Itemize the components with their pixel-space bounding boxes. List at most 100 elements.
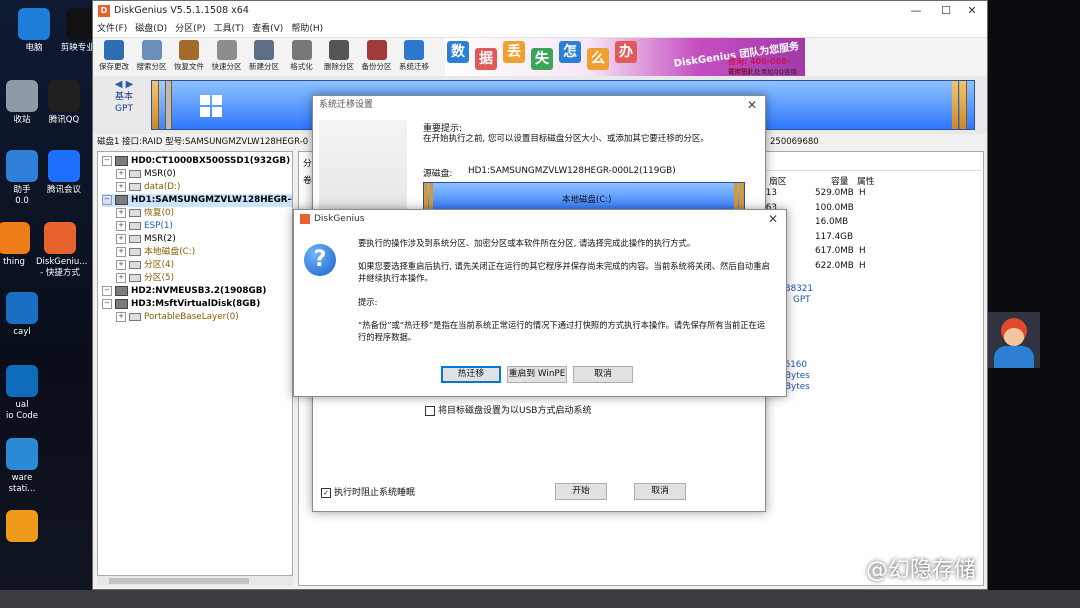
menu-item[interactable]: 磁盘(D) — [131, 21, 171, 37]
desktop-shortcut[interactable]: 腾讯会议 — [40, 150, 88, 196]
toolbar-button[interactable]: 快速分区 — [208, 39, 246, 72]
nav-arrows-icon[interactable]: ◀ ▶ — [99, 79, 149, 91]
toolbar-button[interactable]: 新建分区 — [245, 39, 283, 72]
toolbar-button[interactable]: 保存更改 — [95, 39, 133, 72]
tree-disk-node[interactable]: − HD3:MsftVirtualDisk(8GB) — [102, 298, 260, 311]
usb-option-label: 将目标磁盘设置为以USB方式启动系统 — [438, 406, 592, 416]
menu-item[interactable]: 文件(F) — [93, 21, 131, 37]
desktop-shortcut-label: ware stati... — [8, 473, 36, 494]
expand-icon[interactable]: + — [116, 233, 126, 244]
desktop-shortcut[interactable]: 腾讯QQ — [40, 80, 88, 126]
cancel-button[interactable]: 取消 — [634, 483, 686, 500]
tree-partition-node[interactable]: + PortableBaseLayer(0) — [116, 311, 239, 324]
folder-icon — [6, 510, 38, 542]
menu-item[interactable]: 工具(T) — [210, 21, 249, 37]
menu-item[interactable]: 分区(P) — [171, 21, 209, 37]
toolbar-button[interactable]: 恢复文件 — [170, 39, 208, 72]
prevent-sleep-checkbox[interactable]: ✓ 执行时阻止系统睡眠 — [321, 485, 415, 498]
desktop-shortcut[interactable]: ware stati... — [0, 438, 46, 495]
usb-checkbox-box[interactable] — [425, 405, 435, 416]
expand-icon[interactable]: − — [102, 194, 112, 205]
expand-icon[interactable]: + — [116, 311, 126, 322]
cell-attr: H — [859, 246, 866, 256]
confirm-line2: 如果您要选择重启后执行, 请先关闭正在运行的其它程序并保存尚未完成的内容。当前系… — [358, 261, 770, 283]
tree-partition-node[interactable]: + MSR(0) — [116, 168, 176, 181]
title-bar: D DiskGenius V5.5.1.1508 x64 — ☐ ✕ — [93, 1, 987, 21]
ad-banner[interactable]: 数据丢失怎么办 DiskGenius 团队为您服务 咨询: 400-008-99… — [445, 38, 805, 76]
menu-item[interactable]: 帮助(H) — [287, 21, 327, 37]
tree-scrollbar[interactable] — [97, 576, 293, 586]
menu-item[interactable]: 查看(V) — [248, 21, 287, 37]
toolbar-button[interactable]: 删除分区 — [320, 39, 358, 72]
partition-icon — [129, 169, 141, 178]
col-size[interactable]: 容量 — [831, 174, 849, 187]
cell-size: 622.0MB — [815, 260, 854, 271]
tree-disk-node[interactable]: − HD0:CT1000BX500SSD1(932GB) — [102, 155, 290, 168]
diskgenius-icon — [44, 222, 76, 254]
partition-icon — [129, 208, 141, 217]
tab-partial[interactable]: 分 — [303, 156, 312, 169]
cancel-button[interactable]: 取消 — [573, 366, 633, 383]
tree-partition-node[interactable]: + data(D:) — [116, 181, 180, 194]
expand-icon[interactable]: + — [116, 181, 126, 192]
toolbar-icon — [366, 40, 387, 60]
start-button[interactable]: 开始 — [555, 483, 607, 500]
toolbar-button[interactable]: 格式化 — [283, 39, 321, 72]
expand-icon[interactable]: + — [116, 168, 126, 179]
tree-disk-node[interactable]: − HD1:SAMSUNGMZVLW128HEGR-000L — [102, 194, 292, 207]
expand-icon[interactable]: + — [116, 246, 126, 257]
usb-boot-checkbox[interactable]: 将目标磁盘设置为以USB方式启动系统 — [425, 403, 591, 416]
banner-char: 失 — [531, 48, 553, 70]
tree-partition-node[interactable]: + 分区(4) — [116, 259, 174, 272]
desktop-shortcut[interactable]: ual io Code — [0, 365, 46, 422]
desktop-shortcut-label: 电脑 — [25, 43, 43, 53]
toolbar-icon — [141, 40, 162, 60]
source-disk-bar[interactable]: 本地磁盘(C:) — [423, 182, 745, 210]
close-icon[interactable]: ✕ — [764, 211, 782, 227]
tree-node-label: data(D:) — [144, 182, 181, 192]
partition-icon — [129, 221, 141, 230]
desktop-shortcut[interactable]: cayl — [0, 292, 46, 338]
tree-partition-node[interactable]: + MSR(2) — [116, 233, 176, 246]
expand-icon[interactable]: + — [116, 272, 126, 283]
tree-partition-node[interactable]: + ESP(1) — [116, 220, 173, 233]
hot-migrate-button[interactable]: 热迁移 — [441, 366, 501, 383]
toolbar-button[interactable]: 系统迁移 — [395, 39, 433, 72]
desktop-shortcut-label: DiskGeniu... - 快捷方式 — [36, 257, 88, 278]
banner-char: 丢 — [503, 41, 525, 63]
desktop-shortcut[interactable] — [0, 510, 46, 545]
col-sector[interactable]: 扇区 — [769, 174, 787, 187]
toolbar-label: 删除分区 — [324, 62, 354, 71]
expand-icon[interactable]: + — [116, 220, 126, 231]
confirm-line1: 要执行的操作涉及到系统分区、加密分区或本软件所在分区, 请选择完成此操作的执行方… — [358, 238, 696, 248]
tree-node-label: HD1:SAMSUNGMZVLW128HEGR-000L — [131, 195, 292, 205]
sleep-checkbox-box[interactable]: ✓ — [321, 487, 331, 498]
expand-icon[interactable]: − — [102, 298, 112, 309]
reboot-winpe-button[interactable]: 重启到 WinPE — [507, 366, 567, 383]
tree-partition-node[interactable]: + 恢复(0) — [116, 207, 174, 220]
expand-icon[interactable]: + — [116, 259, 126, 270]
close-icon[interactable]: ✕ — [743, 97, 761, 113]
expand-icon[interactable]: − — [102, 155, 112, 166]
question-icon: ? — [304, 244, 336, 276]
expand-icon[interactable]: + — [116, 207, 126, 218]
window-title: DiskGenius V5.5.1.1508 x64 — [114, 5, 249, 16]
toolbar-icon — [216, 40, 237, 60]
close-button[interactable]: ✕ — [957, 1, 987, 21]
minimize-button[interactable]: — — [901, 1, 931, 21]
col-attr[interactable]: 属性 — [857, 174, 875, 187]
desktop-shortcut[interactable]: thing — [0, 222, 38, 268]
tree-partition-node[interactable]: + 本地磁盘(C:) — [116, 246, 195, 259]
watermark: @幻隐存储 — [866, 558, 977, 583]
expand-icon[interactable]: − — [102, 285, 112, 296]
desktop-right-strip — [988, 0, 1080, 608]
avatar-icon[interactable] — [988, 312, 1040, 368]
desktop-shortcut[interactable]: 电脑 — [10, 8, 58, 54]
toolbar-button[interactable]: 搜索分区 — [133, 39, 171, 72]
toolbar-button[interactable]: 备份分区 — [358, 39, 396, 72]
desktop-shortcut[interactable]: DiskGeniu... - 快捷方式 — [36, 222, 88, 279]
tree-disk-node[interactable]: − HD2:NVMEUSB3.2(1908GB) — [102, 285, 266, 298]
banner-char: 数 — [447, 41, 469, 63]
tree-partition-node[interactable]: + 分区(5) — [116, 272, 174, 285]
toolbar-label: 系统迁移 — [399, 62, 429, 71]
